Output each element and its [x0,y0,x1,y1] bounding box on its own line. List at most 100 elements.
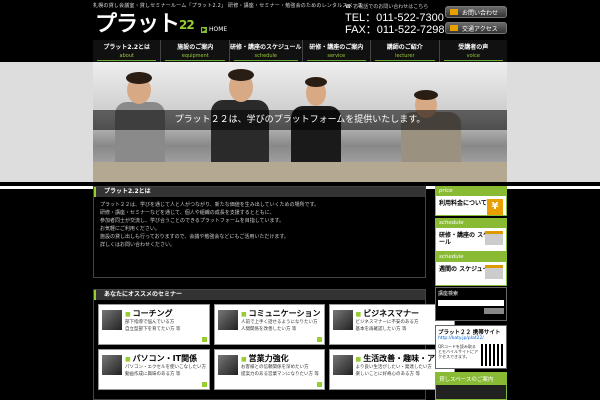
nav-item-service[interactable]: 研修・講座のご案内 service [303,40,372,62]
calendar-icon [485,265,503,279]
contact-note: ☎ お電話でのお問い合わせはこちら [345,3,444,11]
inquiry-button[interactable]: お問い合わせ [445,6,507,18]
site-header: 札幌の貸し会議室・貸しセミナールーム「プラット2.2」 研修・講座・セミナー・勉… [0,0,600,40]
price-label-text: 利用料金について [439,200,487,207]
seminar-card-title: コーチング [125,308,206,319]
search-button[interactable] [484,308,504,314]
mail-icon [450,9,458,15]
seminar-thumbnail [218,355,238,375]
seminar-card-coaching[interactable]: コーチング部下指導で悩んでいる方自立型部下を育てたい方 等 [98,304,210,345]
mobile-desc: QRコードを読み取るとモバイルサイトにアクセスできます。 [438,344,478,359]
search-title: 講座検索 [438,291,459,297]
schedule-label: 研修・講座の スケジュール [436,228,506,250]
nav-sublabel: service [327,53,346,59]
person-hair [228,69,254,81]
seminar-section: あなたにオススメのセミナー コーチング部下指導で悩んでいる方自立型部下を育てたい… [93,289,455,400]
weekly-box[interactable]: schedule 週間の スケジュール [435,252,507,286]
phone-icon: ☎ [345,3,352,10]
mobile-title: プラット２２ 携帯サイト [438,330,501,336]
about-line: 研修・講座・セミナーなどを通じて、個人や組織の成長を支援するとともに、 [100,210,275,216]
about-line: 詳しくはお問い合わせください。 [100,242,176,248]
nav-item-voice[interactable]: 受講者の声 voice [440,40,507,62]
global-nav: プラット2.2とは about 施設のご案内 equipment 研修・講座のスケジ… [93,40,507,62]
seminar-card-sales[interactable]: 営業力強化お客様との信頼関係を深めたい方提案力のある営業マンになりたい方 等 [214,349,325,390]
weekly-label: 週間の スケジュール [436,262,506,279]
about-section: プラット2.2とは プラット２２は、学びを通じて人と人がつながり、新たな価値を生… [93,186,426,278]
nav-label: 講師のご紹介 [386,44,423,51]
arrow-icon [316,382,322,387]
seminar-thumbnail [102,310,122,330]
search-input[interactable] [438,300,504,306]
price-box[interactable]: price 利用料金について ¥ [435,186,507,216]
seminar-card-desc: 自立型部下を育てたい方 等 [125,327,181,332]
calendar-icon [485,231,503,245]
qr-code-icon [481,344,503,366]
nav-sublabel: equipment [181,53,209,59]
seminar-card-desc: 人間関係を改善したい方 等 [241,327,297,332]
seminar-card-communication[interactable]: コミュニケーション人前で上手く話せるようになりたい方人間関係を改善したい方 等 [214,304,325,345]
hero-image: プラット２２は、学びのプラットフォームを提供いたします。 [93,62,507,182]
hero-table [93,162,507,182]
seminar-card-desc: 提案力のある営業マンになりたい方 等 [241,372,319,377]
nav-label: 研修・講座のスケジュール [229,44,302,51]
nav-label: 受講者の声 [458,44,489,51]
rental-box[interactable]: 貸しスペースのご案内 [435,372,507,400]
bus-icon [450,25,458,31]
home-link-label: HOME [209,26,228,33]
person-hair [305,77,327,87]
price-head: price [436,187,506,196]
mobile-site-box: プラット２２ 携帯サイト http://katy.jp/plat22/ QRコー… [435,325,507,369]
about-title: プラット2.2とは [94,187,425,197]
about-line: 施設の貸し出しも行っておりますので、会議や勉強会などにもご活用いただけます。 [100,234,289,240]
seminar-card-desc: 動画作成に興味のある方 等 [125,372,181,377]
seminar-card-title: パソコン・IT関係 [125,353,206,364]
schedule-box[interactable]: schedule 研修・講座の スケジュール [435,218,507,252]
nav-sublabel: about [119,53,134,59]
schedule-head: schedule [436,219,506,228]
price-label: 利用料金について ¥ [436,196,506,215]
seminar-card-desc: 人前で上手く話せるようになりたい方 [241,320,318,325]
nav-item-lecturer[interactable]: 講師のご紹介 lecturer [371,40,440,62]
arrow-icon [202,382,207,387]
access-button[interactable]: 交通アクセス [445,22,507,34]
nav-label: プラット2.2とは [103,44,151,51]
hero-caption: プラット２２は、学びのプラットフォームを提供いたします。 [93,110,507,130]
about-body: プラット２２は、学びを通じて人と人がつながり、新たな価値を生み出していくための場… [94,197,425,253]
logo-text: プラット [95,12,180,37]
site-logo[interactable]: プラット22 [95,12,195,37]
tel-number: TEL：011-522-7300 [345,12,444,24]
site-tagline: 札幌の貸し会議室・貸しセミナールーム「プラット2.2」 研修・講座・セミナー・勉… [93,3,363,9]
access-button-label: 交通アクセス [462,25,498,33]
seminar-card-desc: パソコン・エクセルを使いこなしたい方 [125,365,206,370]
seminar-card-desc: お客様との信頼関係を深めたい方 [241,365,309,370]
nav-label: 研修・講座のご案内 [309,44,364,51]
seminar-thumbnail [218,310,238,330]
mobile-url[interactable]: http://katy.jp/plat22/ [438,336,504,341]
course-search: 講座検索 [435,287,507,321]
nav-sublabel: voice [466,53,480,59]
about-line: お気軽にご利用ください。 [100,226,160,232]
nav-sublabel: schedule [254,53,277,59]
inquiry-button-label: お問い合わせ [462,9,499,17]
yen-icon: ¥ [487,199,503,215]
about-line: プラット２２は、学びを通じて人と人がつながり、新たな価値を生み出していくための場… [100,202,320,208]
arrow-icon [202,337,207,342]
logo-number: 22 [179,18,195,32]
nav-item-schedule[interactable]: 研修・講座のスケジュール schedule [230,40,303,62]
seminar-thumbnail [332,310,353,330]
contact-info: ☎ お電話でのお問い合わせはこちら TEL：011-522-7300 FAX：01… [345,3,444,37]
arrow-icon [316,337,322,342]
nav-item-equipment[interactable]: 施設のご案内 equipment [161,40,230,62]
nav-item-about[interactable]: プラット2.2とは about [93,40,162,62]
weekly-head: schedule [436,253,506,262]
arrow-icon: ▶ [201,26,207,33]
nav-label: 施設のご案内 [177,44,214,51]
home-link[interactable]: ▶ HOME [201,26,227,33]
seminar-thumbnail [102,355,122,375]
seminar-grid: コーチング部下指導で悩んでいる方自立型部下を育てたい方 等 コミュニケーション人… [94,300,455,394]
seminar-card-pc-it[interactable]: パソコン・IT関係パソコン・エクセルを使いこなしたい方動画作成に興味のある方 等 [98,349,210,390]
seminar-card-desc: 部下指導で悩んでいる方 [125,320,175,325]
about-line: 参加者同士が交流し、学び合うことのできるプラットフォームを目指しています。 [100,218,285,224]
contact-note-text: お電話でのお問い合わせはこちら [353,4,429,10]
nav-sublabel: lecturer [395,53,415,59]
